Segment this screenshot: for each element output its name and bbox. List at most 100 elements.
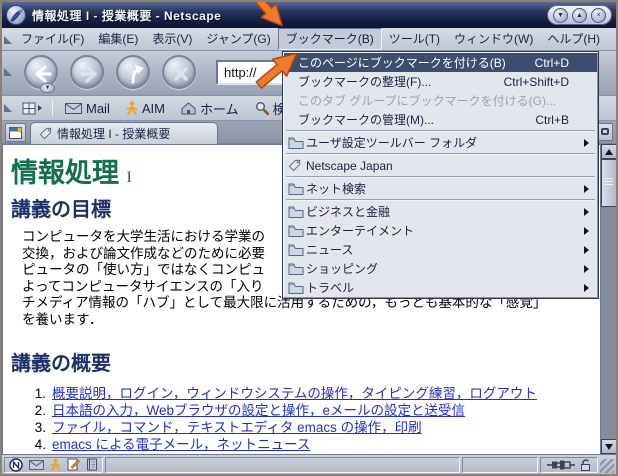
menu-help[interactable]: ヘルプ(H) bbox=[540, 28, 607, 50]
submenu-arrow-icon bbox=[584, 283, 589, 292]
maximize-button[interactable]: ▲ bbox=[572, 7, 587, 23]
menu-item-net-search[interactable]: ネット検索 bbox=[284, 179, 597, 198]
menu-item-travel[interactable]: トラベル bbox=[284, 278, 597, 297]
menu-file[interactable]: ファイル(F) bbox=[14, 28, 91, 50]
window-title: 情報処理 I - 授業概要 - Netscape bbox=[32, 8, 222, 23]
menu-item-manage-bookmarks[interactable]: ブックマークの管理(M)... Ctrl+B bbox=[284, 110, 597, 129]
tab-list-icon bbox=[9, 126, 23, 139]
sidebar-grid-icon bbox=[22, 102, 36, 114]
list-item: 1. 概要説明，ログイン，ウィンドウシステムの操作，タイピング練習，ログアウト bbox=[34, 385, 537, 402]
mail-button[interactable]: Mail bbox=[57, 101, 118, 116]
navigator-icon[interactable] bbox=[9, 457, 23, 472]
bookmark-tag-icon bbox=[39, 127, 52, 140]
lecture-link-1[interactable]: 概要説明，ログイン，ウィンドウシステムの操作，タイピング練習，ログアウト bbox=[52, 385, 537, 402]
menu-item-news[interactable]: ニュース bbox=[284, 240, 597, 259]
persbar-grip[interactable] bbox=[4, 104, 12, 112]
menu-item-bookmark-tab-group: このタブ グループにブックマークを付ける(G)... bbox=[298, 94, 556, 108]
sidebar-toggle[interactable] bbox=[16, 102, 48, 115]
lecture-link-2[interactable]: 日本語の入力，Webブラウザの設定と操作，eメールの設定と送受信 bbox=[52, 402, 465, 419]
folder-icon bbox=[288, 206, 304, 218]
menu-go[interactable]: ジャンプ(G) bbox=[199, 28, 277, 50]
menu-item-file-bookmark[interactable]: ブックマークの整理(F)... Ctrl+Shift+D bbox=[284, 72, 597, 91]
lecture-link-4[interactable]: emacs による電子メール，ネットニュース bbox=[52, 436, 310, 453]
menu-item-personal-toolbar-folder[interactable]: ユーザ設定ツールバー フォルダ bbox=[284, 133, 597, 152]
submenu-arrow-icon bbox=[584, 264, 589, 273]
submenu-arrow-icon bbox=[584, 226, 589, 235]
addressbook-icon[interactable] bbox=[86, 458, 98, 471]
folder-icon bbox=[288, 282, 304, 294]
menu-item-shopping[interactable]: ショッピング bbox=[284, 259, 597, 278]
menu-window[interactable]: ウィンドウ(W) bbox=[447, 28, 540, 50]
mail-icon bbox=[65, 102, 82, 114]
section-heading-overview: 講義の概要 bbox=[11, 353, 111, 375]
menu-item-business[interactable]: ビジネスと金融 bbox=[284, 202, 597, 221]
submenu-arrow-icon bbox=[584, 138, 589, 147]
scroll-down-button[interactable] bbox=[601, 439, 616, 454]
status-message-field bbox=[105, 456, 460, 473]
reload-button[interactable] bbox=[116, 55, 150, 89]
menu-separator bbox=[286, 130, 595, 132]
menu-item-bookmark-this-page[interactable]: このページにブックマークを付ける(B) Ctrl+D bbox=[284, 53, 597, 72]
mail-label: Mail bbox=[86, 100, 110, 116]
resize-grip[interactable] bbox=[600, 459, 614, 473]
new-tab-icon bbox=[600, 128, 609, 135]
sidebar-toggle-arrow-icon bbox=[38, 105, 42, 111]
menubar-grip[interactable] bbox=[4, 36, 12, 44]
home-label: ホーム bbox=[199, 101, 239, 117]
aim-label: AIM bbox=[141, 100, 165, 116]
menu-view[interactable]: 表示(V) bbox=[145, 28, 199, 50]
menu-item-netscape-japan[interactable]: Netscape Japan bbox=[284, 156, 597, 175]
home-button[interactable]: ホーム bbox=[173, 99, 247, 118]
close-button[interactable]: × bbox=[591, 7, 606, 23]
folder-icon bbox=[288, 137, 304, 149]
list-item: 4. emacs による電子メール，ネットニュース bbox=[34, 436, 311, 453]
folder-icon bbox=[288, 225, 304, 237]
stop-icon bbox=[174, 67, 188, 81]
composer-icon[interactable] bbox=[67, 458, 80, 471]
scroll-down-icon bbox=[605, 443, 613, 450]
online-plug-icon[interactable] bbox=[546, 459, 576, 471]
back-history-dropdown[interactable]: ▼ bbox=[40, 83, 55, 93]
forward-button[interactable] bbox=[70, 55, 104, 89]
vertical-scrollbar[interactable] bbox=[600, 144, 616, 454]
page-title: 情報処理 I bbox=[11, 158, 132, 188]
status-secondary-field bbox=[462, 456, 538, 473]
navbar-grip[interactable] bbox=[4, 68, 12, 76]
list-item: 2. 日本語の入力，Webブラウザの設定と操作，eメールの設定と送受信 bbox=[34, 402, 466, 419]
aim-icon[interactable] bbox=[50, 458, 61, 471]
title-bar[interactable]: 情報処理 I - 授業概要 - Netscape ▼ ▲ × bbox=[2, 2, 616, 28]
menu-separator bbox=[286, 176, 595, 178]
netscape-window: 情報処理 I - 授業概要 - Netscape ▼ ▲ × ファイル(F) 編… bbox=[0, 0, 618, 476]
folder-icon bbox=[288, 244, 304, 256]
menu-bar: ファイル(F) 編集(E) 表示(V) ジャンプ(G) ブックマーク(B) ツー… bbox=[2, 28, 616, 51]
aim-icon bbox=[126, 101, 138, 115]
folder-icon bbox=[288, 183, 304, 195]
section-heading-goals: 講義の目標 bbox=[11, 199, 111, 221]
menu-separator bbox=[286, 199, 595, 201]
component-bar bbox=[4, 456, 103, 473]
tab-title: 情報処理 I - 授業概要 bbox=[57, 127, 171, 141]
scrollbar-thumb[interactable] bbox=[601, 159, 616, 207]
netscape-app-icon bbox=[6, 5, 26, 25]
menu-item-entertainment[interactable]: エンターテイメント bbox=[284, 221, 597, 240]
tab-list-button[interactable] bbox=[5, 123, 26, 142]
minimize-button[interactable]: ▼ bbox=[553, 7, 568, 23]
folder-icon bbox=[288, 263, 304, 275]
menu-tools[interactable]: ツール(T) bbox=[382, 28, 447, 50]
lecture-link-3[interactable]: ファイル，コマンド，テキストエディタ emacs の操作，印刷 bbox=[52, 419, 422, 436]
toolbar-separator bbox=[52, 100, 53, 116]
forward-icon bbox=[80, 65, 97, 83]
bookmarks-dropdown-menu: このページにブックマークを付ける(B) Ctrl+D ブックマークの整理(F).… bbox=[282, 51, 599, 299]
mail-icon[interactable] bbox=[29, 459, 44, 470]
menu-separator bbox=[286, 153, 595, 155]
security-lock-icon[interactable] bbox=[579, 458, 593, 472]
menu-edit[interactable]: 編集(E) bbox=[91, 28, 145, 50]
aim-button[interactable]: AIM bbox=[118, 101, 173, 116]
reload-icon bbox=[131, 65, 144, 84]
stop-button[interactable] bbox=[162, 55, 196, 89]
status-bar bbox=[2, 454, 616, 474]
scroll-up-button[interactable] bbox=[601, 144, 616, 159]
tab-active[interactable]: 情報処理 I - 授業概要 bbox=[30, 122, 218, 144]
window-controls: ▼ ▲ × bbox=[547, 5, 612, 25]
submenu-arrow-icon bbox=[584, 245, 589, 254]
